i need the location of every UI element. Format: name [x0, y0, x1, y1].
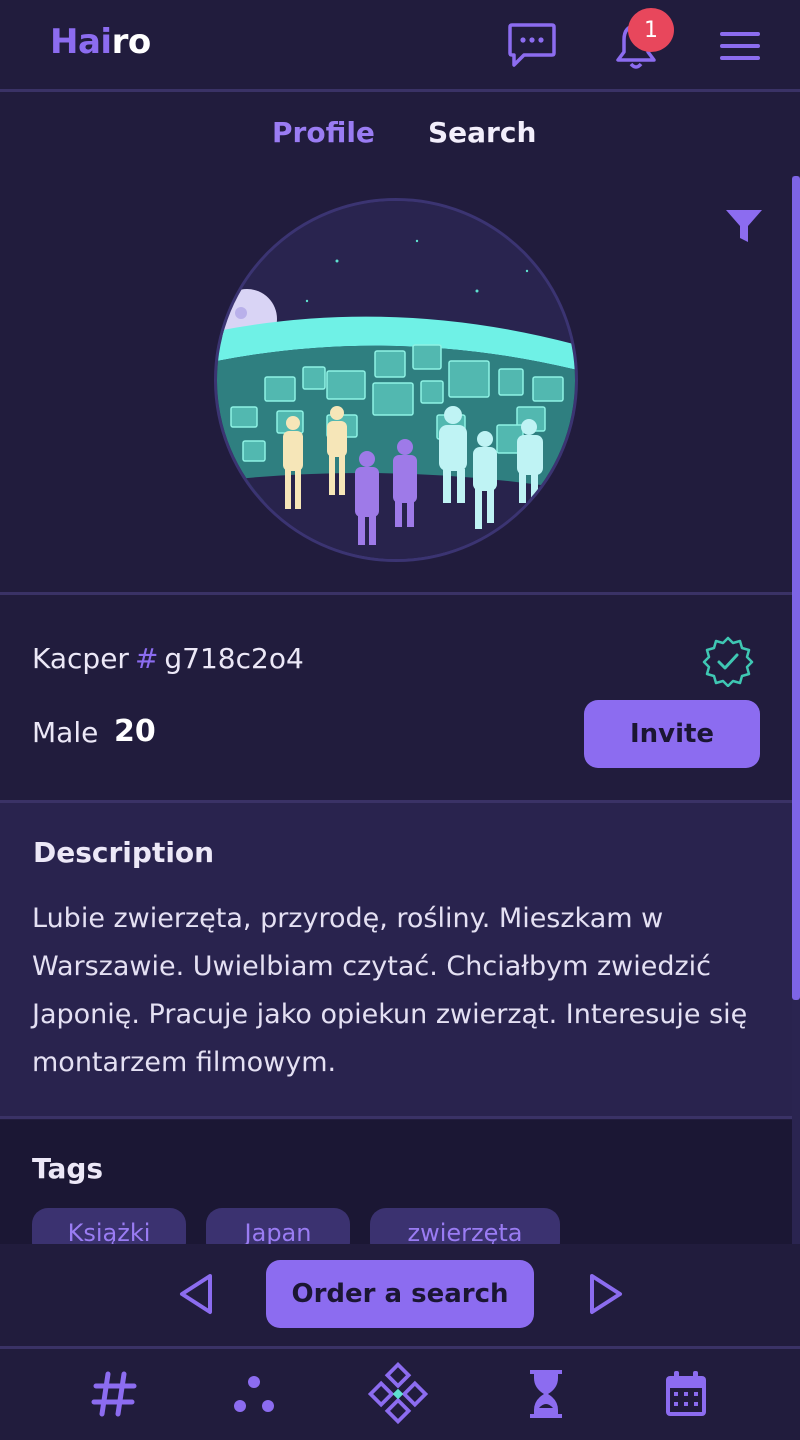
hash-symbol: #	[134, 642, 159, 675]
invite-button[interactable]: Invite	[584, 700, 760, 768]
tab-profile[interactable]: Profile	[272, 116, 375, 149]
dots-icon[interactable]	[224, 1364, 284, 1424]
profile-illustration	[214, 198, 578, 562]
user-age: 20	[114, 714, 156, 749]
order-search-button[interactable]: Order a search	[266, 1260, 534, 1328]
tag-chip[interactable]: Japan	[206, 1208, 350, 1244]
hashtag-icon[interactable]	[84, 1364, 144, 1424]
logo-part-2: ro	[111, 22, 152, 62]
tags-title: Tags	[32, 1152, 104, 1185]
tag-chip[interactable]: Książki	[32, 1208, 186, 1244]
section-divider	[0, 592, 792, 595]
diamond-grid-icon[interactable]	[368, 1362, 428, 1425]
calendar-icon[interactable]	[656, 1364, 716, 1424]
chat-bubble-icon[interactable]	[504, 20, 560, 72]
tab-search[interactable]: Search	[428, 116, 536, 149]
user-tag-id: g718c2o4	[164, 642, 304, 675]
triangle-right-icon[interactable]	[586, 1272, 626, 1316]
description-text: Lubie zwierzęta, przyrodę, rośliny. Mies…	[32, 903, 748, 1078]
description-title: Description	[33, 836, 215, 869]
user-name-row: Kacper # g718c2o4	[32, 642, 304, 675]
tag-chip[interactable]: zwierzęta	[370, 1208, 560, 1244]
scrollbar-thumb[interactable]	[792, 176, 800, 1000]
user-name: Kacper	[32, 642, 129, 675]
filter-icon[interactable]	[722, 204, 766, 248]
triangle-left-icon[interactable]	[176, 1272, 216, 1316]
hamburger-menu-icon[interactable]	[712, 20, 768, 72]
notification-badge: 1	[628, 8, 674, 52]
logo-part-1: Hai	[50, 22, 112, 62]
section-divider	[0, 1116, 792, 1119]
app-logo[interactable]: Hairo	[50, 22, 151, 62]
top-bar: Hairo 1	[0, 0, 800, 92]
tags-section: Tags Książki Japan zwierzęta	[0, 1120, 792, 1244]
user-gender: Male	[32, 716, 99, 749]
verified-badge-icon	[702, 635, 754, 688]
hourglass-icon[interactable]	[516, 1364, 576, 1424]
